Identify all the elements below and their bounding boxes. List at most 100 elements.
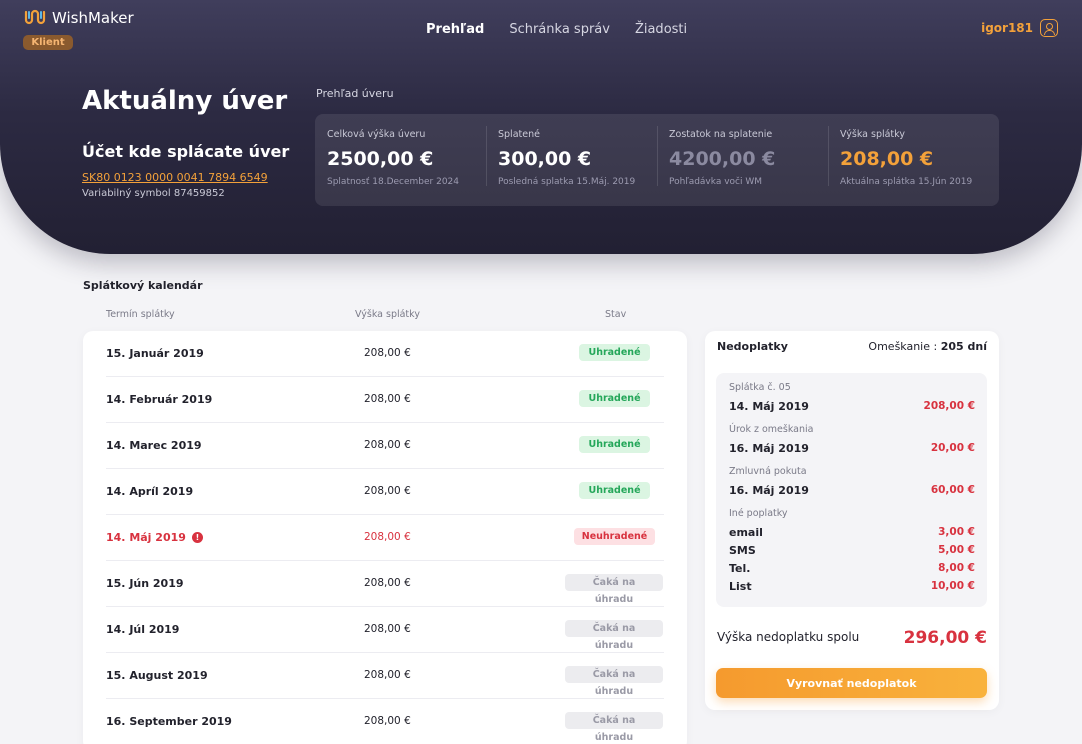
table-row: 15. August 2019 208,00 € Čaká na úhradu	[106, 653, 664, 699]
column-header-amount: Výška splátky	[355, 309, 420, 320]
row-date: 14. Júl 2019	[106, 623, 180, 636]
page-title: Aktuálny úver	[82, 86, 288, 116]
arrears-total-value: 296,00 €	[903, 628, 987, 648]
penalty-label: Zmluvná pokuta	[729, 466, 807, 477]
role-badge: Klient	[23, 35, 73, 50]
row-date: 14. Máj 2019	[106, 531, 186, 544]
overview-remaining-label: Zostatok na splatenie	[669, 129, 773, 140]
overview-paid-label: Splatené	[498, 129, 540, 140]
delay-label: Omeškanie :	[868, 340, 941, 353]
interest-line: 16. Máj 2019 20,00 €	[729, 442, 975, 455]
status-badge: Čaká na úhradu	[565, 574, 663, 605]
fee-value: 5,00 €	[938, 544, 975, 556]
column-header-status: Stav	[605, 309, 627, 320]
brand-name: WishMaker	[52, 9, 134, 27]
username: igor181	[981, 21, 1033, 35]
fee-line: List 10,00 €	[729, 580, 975, 593]
nav-overview[interactable]: Prehľad	[426, 22, 484, 37]
status-badge: Uhradené	[579, 344, 650, 361]
row-amount: 208,00 €	[364, 623, 411, 635]
status-badge: Čaká na úhradu	[565, 712, 663, 743]
penalty-line: 16. Máj 2019 60,00 €	[729, 484, 975, 497]
row-amount: 208,00 €	[364, 393, 411, 405]
row-amount: 208,00 €	[364, 577, 411, 589]
interest-date: 16. Máj 2019	[729, 442, 809, 455]
row-amount: 208,00 €	[364, 531, 411, 543]
table-row: 15. Jún 2019 208,00 € Čaká na úhradu	[106, 561, 664, 607]
interest-value: 20,00 €	[930, 442, 975, 454]
table-row: 16. September 2019 208,00 € Čaká na úhra…	[106, 699, 664, 744]
delay-value: 205 dní	[940, 340, 987, 353]
installment-calendar: 15. Január 2019 208,00 € Uhradené 14. Fe…	[83, 331, 687, 744]
row-amount: 208,00 €	[364, 439, 411, 451]
installment-label: Splátka č. 05	[729, 382, 791, 393]
fee-value: 3,00 €	[938, 526, 975, 538]
overview-paid-value: 300,00 €	[498, 148, 592, 170]
status-badge: Čaká na úhradu	[565, 620, 663, 651]
table-row: 14. Máj 2019 ! 208,00 € Neuhradené	[106, 515, 664, 561]
overview-paid-sub: Posledná splatka 15.Máj. 2019	[498, 177, 636, 187]
table-row: 14. Marec 2019 208,00 € Uhradené	[106, 423, 664, 469]
row-amount: 208,00 €	[364, 669, 411, 681]
arrears-total-label: Výška nedoplatku spolu	[717, 630, 860, 644]
table-row: 15. Január 2019 208,00 € Uhradené	[106, 331, 664, 377]
status-badge: Uhradené	[579, 436, 650, 453]
status-badge: Uhradené	[579, 482, 650, 499]
overview-installment-label: Výška splátky	[840, 129, 905, 140]
fee-line: email 3,00 €	[729, 526, 975, 539]
fee-line: Tel. 8,00 €	[729, 562, 975, 575]
overview-installment-sub: Aktuálna splátka 15.Jún 2019	[840, 177, 973, 187]
fee-value: 8,00 €	[938, 562, 975, 574]
row-date-cell: 14. Máj 2019 !	[106, 531, 203, 544]
calendar-title: Splátkový kalendár	[83, 279, 203, 292]
interest-label: Úrok z omeškania	[729, 424, 814, 435]
header: WishMaker Klient Prehľad Schránka správ …	[0, 0, 1082, 254]
row-date: 15. August 2019	[106, 669, 208, 682]
row-amount: 208,00 €	[364, 715, 411, 727]
overview-total-sub: Splatnosť 18.December 2024	[327, 177, 460, 187]
overview-installment: Výška splátky 208,00 € Aktuálna splátka …	[828, 114, 999, 206]
column-header-date: Termín splátky	[106, 309, 175, 320]
row-date: 15. Január 2019	[106, 347, 204, 360]
main-nav: Prehľad Schránka správ Žiadosti	[426, 22, 687, 37]
overview-remaining-value: 4200,00 €	[669, 148, 776, 170]
arrears-title: Nedoplatky	[717, 340, 788, 353]
overview-remaining: Zostatok na splatenie 4200,00 € Pohľadáv…	[657, 114, 828, 206]
fee-line: SMS 5,00 €	[729, 544, 975, 557]
row-date: 15. Jún 2019	[106, 577, 184, 590]
penalty-value: 60,00 €	[930, 484, 975, 496]
overview-remaining-sub: Pohľadávka voči WM	[669, 177, 762, 187]
variable-symbol: Variabilný symbol 87459852	[82, 188, 225, 199]
overview-total-loan: Celková výška úveru 2500,00 € Splatnosť …	[315, 114, 486, 206]
status-badge: Čaká na úhradu	[565, 666, 663, 697]
delay-info: Omeškanie : 205 dní	[868, 340, 987, 353]
fee-name: SMS	[729, 544, 756, 557]
iban-link[interactable]: SK80 0123 0000 0041 7894 6549	[82, 171, 268, 184]
overview-installment-value: 208,00 €	[840, 148, 934, 170]
account-title: Účet kde splácate úver	[82, 142, 290, 161]
wishmaker-logo-icon	[24, 9, 46, 27]
nav-messages[interactable]: Schránka správ	[509, 22, 610, 37]
row-date: 14. Február 2019	[106, 393, 213, 406]
table-row: 14. Február 2019 208,00 € Uhradené	[106, 377, 664, 423]
status-badge: Neuhradené	[574, 528, 655, 545]
arrears-breakdown: Splátka č. 05 14. Máj 2019 208,00 € Úrok…	[716, 373, 987, 607]
penalty-date: 16. Máj 2019	[729, 484, 809, 497]
settle-arrears-button[interactable]: Vyrovnať nedoplatok	[716, 668, 987, 698]
overview-paid: Splatené 300,00 € Posledná splatka 15.Má…	[486, 114, 657, 206]
user-icon	[1040, 19, 1058, 37]
overview-total-label: Celková výška úveru	[327, 129, 426, 140]
other-fees-label: Iné poplatky	[729, 508, 788, 519]
fee-name: List	[729, 580, 752, 593]
overview-total-value: 2500,00 €	[327, 148, 434, 170]
brand-logo[interactable]: WishMaker	[24, 9, 134, 27]
arrears-panel: Nedoplatky Omeškanie : 205 dní Splátka č…	[705, 331, 999, 710]
table-row: 14. Apríl 2019 208,00 € Uhradené	[106, 469, 664, 515]
row-amount: 208,00 €	[364, 485, 411, 497]
overview-label: Prehľad úveru	[316, 87, 394, 100]
table-row: 14. Júl 2019 208,00 € Čaká na úhradu	[106, 607, 664, 653]
row-date: 16. September 2019	[106, 715, 232, 728]
row-amount: 208,00 €	[364, 347, 411, 359]
nav-requests[interactable]: Žiadosti	[635, 22, 687, 37]
user-menu[interactable]: igor181	[981, 19, 1058, 37]
